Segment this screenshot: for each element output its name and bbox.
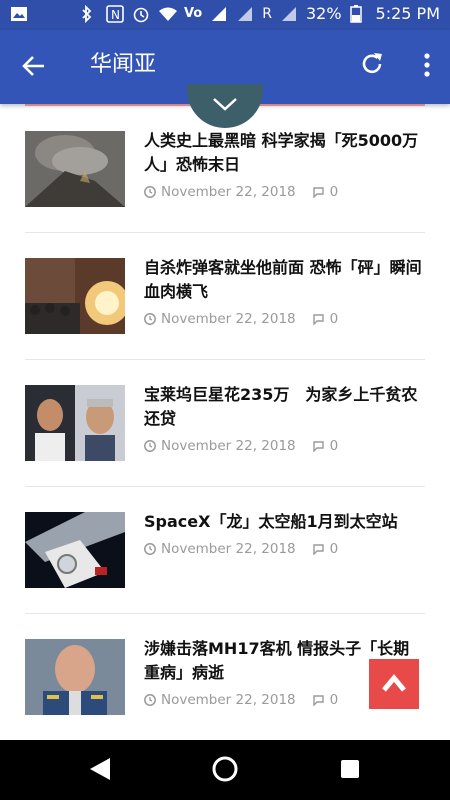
article-thumbnail[interactable]	[25, 512, 125, 588]
wifi-icon	[158, 5, 177, 23]
article-date: November 22, 2018	[161, 541, 296, 557]
list-item[interactable]: 宝莱坞巨星花235万 为家乡上千贫农还贷 November 22, 2018 0	[25, 360, 425, 487]
alarm-icon	[132, 5, 150, 23]
comment-icon	[312, 441, 324, 452]
status-bar: N Vo R 32% 5:25 PM	[0, 0, 450, 30]
svg-text:N: N	[111, 8, 120, 22]
article-title[interactable]: 宝莱坞巨星花235万 为家乡上千贫农还贷	[144, 383, 424, 431]
comment-icon	[312, 187, 324, 198]
scroll-to-top-button[interactable]	[369, 659, 419, 709]
comment-count: 0	[329, 438, 339, 454]
article-date: November 22, 2018	[161, 311, 296, 327]
comment-icon	[312, 314, 324, 325]
overflow-menu-icon[interactable]	[422, 50, 432, 80]
signal-icon-2	[236, 5, 254, 23]
chevron-up-icon	[382, 674, 406, 692]
list-item[interactable]: SpaceX「龙」太空船1月到太空站 November 22, 2018 0	[25, 487, 425, 614]
clock-icon	[144, 440, 156, 452]
clock-icon	[144, 543, 156, 555]
article-list: 人类史上最黑暗 科学家揭「死5000万人」恐怖末日 November 22, 2…	[25, 106, 425, 741]
article-date: November 22, 2018	[161, 692, 296, 708]
comment-count: 0	[329, 541, 339, 557]
status-time: 5:25 PM	[375, 4, 440, 23]
comment-count: 0	[329, 692, 339, 708]
battery-percent: 32%	[305, 4, 342, 23]
article-thumbnail[interactable]	[25, 385, 125, 461]
list-item[interactable]: 涉嫌击落MH17客机 情报头子「长期重病」病逝 November 22, 201…	[25, 614, 425, 741]
system-nav-bar	[0, 740, 450, 800]
volte-icon: Vo	[183, 6, 203, 21]
article-thumbnail[interactable]	[25, 131, 125, 207]
battery-icon	[349, 4, 368, 23]
gallery-notification-icon	[10, 5, 28, 27]
nav-home-icon[interactable]	[211, 755, 239, 787]
clock-icon	[144, 313, 156, 325]
bluetooth-icon	[80, 4, 98, 23]
clock-icon	[144, 694, 156, 706]
chevron-down-icon	[213, 98, 237, 111]
article-title[interactable]: SpaceX「龙」太空船1月到太空站	[144, 510, 424, 534]
article-date: November 22, 2018	[161, 438, 296, 454]
article-thumbnail[interactable]	[25, 258, 125, 334]
comment-icon	[312, 695, 324, 706]
refresh-icon[interactable]	[358, 50, 386, 78]
signal-icon-3	[280, 5, 298, 23]
article-title[interactable]: 人类史上最黑暗 科学家揭「死5000万人」恐怖末日	[144, 129, 424, 177]
article-thumbnail[interactable]	[25, 639, 125, 715]
comment-count: 0	[329, 311, 339, 327]
roaming-label: R	[262, 5, 272, 22]
article-title[interactable]: 自杀炸弹客就坐他前面 恐怖「砰」瞬间血肉横飞	[144, 256, 424, 304]
list-item[interactable]: 自杀炸弹客就坐他前面 恐怖「砰」瞬间血肉横飞 November 22, 2018…	[25, 233, 425, 360]
article-date: November 22, 2018	[161, 184, 296, 200]
clock-icon	[144, 186, 156, 198]
signal-icon	[210, 5, 228, 23]
nfc-icon: N	[106, 4, 124, 23]
back-arrow-icon[interactable]	[20, 52, 48, 80]
nav-back-icon[interactable]	[88, 756, 112, 786]
page-title: 华闻亚	[90, 52, 157, 77]
comment-icon	[312, 544, 324, 555]
comment-count: 0	[329, 184, 339, 200]
nav-recents-icon[interactable]	[340, 759, 360, 783]
